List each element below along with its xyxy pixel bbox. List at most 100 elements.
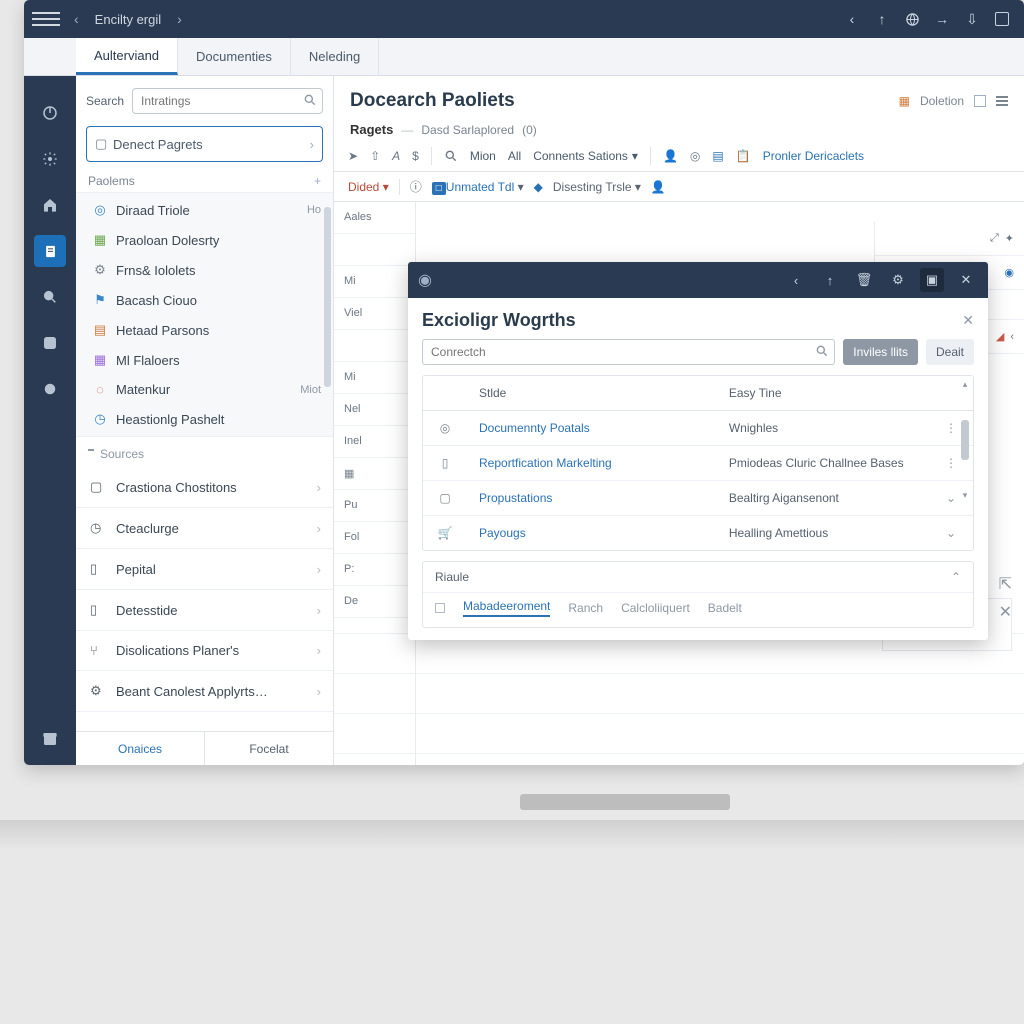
view-list-icon[interactable]: [996, 96, 1008, 106]
sidebar-source-item[interactable]: ◷Cteaclurge›: [76, 508, 333, 549]
sidebar-item[interactable]: ⚙Frns& Iololets: [76, 255, 333, 285]
column-header[interactable]: Stlde: [467, 376, 717, 410]
footer-tab[interactable]: Calcloliiquert: [621, 601, 690, 615]
tab-2[interactable]: Documenties: [178, 38, 291, 75]
footer-tab[interactable]: Badelt: [708, 601, 742, 615]
sidebar-source-item[interactable]: ▢Crastiona Chostitons›: [76, 467, 333, 508]
arrow-icon[interactable]: ➤: [348, 149, 358, 163]
chevron-up-icon[interactable]: ⌃: [951, 570, 961, 584]
user-icon[interactable]: 👤: [663, 149, 678, 163]
dialog-trash-icon[interactable]: 🗑: [852, 268, 876, 292]
history-back-icon[interactable]: ‹: [68, 11, 85, 27]
sidebar-primary-pill[interactable]: ▢ Denect Pagrets ›: [86, 126, 323, 162]
currency-icon[interactable]: $: [412, 149, 419, 163]
dialog-secondary-button[interactable]: Deait: [926, 339, 974, 365]
chart-icon[interactable]: ◢: [996, 330, 1004, 343]
star-icon[interactable]: ✦: [1005, 232, 1014, 245]
view-grid-icon[interactable]: [974, 95, 986, 107]
filter-dided[interactable]: Dided ▾: [348, 180, 389, 194]
nav-left-icon[interactable]: ‹: [844, 11, 860, 27]
font-icon[interactable]: A: [392, 149, 400, 163]
dialog-gear-icon[interactable]: ⚙: [886, 268, 910, 292]
dialog-close-icon[interactable]: ✕: [954, 268, 978, 292]
sidebar-source-item[interactable]: ▯Detesstide›: [76, 590, 333, 631]
rail-search-icon[interactable]: [34, 281, 66, 313]
row-title[interactable]: Payougs: [467, 516, 717, 550]
forward-arrow-icon[interactable]: →: [934, 11, 950, 27]
sidebar-item[interactable]: ▤Hetaad Parsons: [76, 315, 333, 345]
table-row[interactable]: ◎ Documennty Poatals Wnighles ⋮: [423, 411, 973, 446]
list-icon[interactable]: ▤: [712, 149, 723, 163]
sidebar-item[interactable]: ◌MatenkurMiot: [76, 375, 333, 404]
rail-location-icon[interactable]: [34, 373, 66, 405]
checkbox[interactable]: [435, 603, 445, 613]
search-icon[interactable]: [303, 93, 317, 107]
upload-icon[interactable]: ↑: [874, 11, 890, 27]
close-icon[interactable]: ✕: [962, 312, 974, 329]
history-forward-icon[interactable]: ›: [171, 11, 188, 27]
expand-icon[interactable]: ⤢: [990, 232, 999, 245]
toolbar-link[interactable]: Pronler Dericaclets: [763, 149, 864, 163]
window-icon[interactable]: [994, 11, 1010, 27]
search-icon[interactable]: [815, 344, 829, 358]
footer-tab[interactable]: Mabadeeroment: [463, 599, 550, 617]
scroll-up-icon[interactable]: ▴: [960, 379, 970, 390]
sidebar-source-item[interactable]: ⑂Disolications Planer's›: [76, 631, 333, 671]
target-icon[interactable]: ◎: [690, 149, 700, 163]
rail-home-icon[interactable]: [34, 189, 66, 221]
row-title[interactable]: Documennty Poatals: [467, 411, 717, 445]
breadcrumb[interactable]: Encilty ergil: [95, 12, 161, 27]
dialog-upload-icon[interactable]: ↑: [818, 268, 842, 292]
clipboard-icon[interactable]: 📋: [736, 149, 751, 163]
export-icon[interactable]: ⇧: [370, 149, 380, 163]
tab-3[interactable]: Neleding: [291, 38, 379, 75]
dialog-save-icon[interactable]: ▣: [920, 268, 944, 292]
sidebar-source-item[interactable]: ▯Pepital›: [76, 549, 333, 590]
download-icon[interactable]: ⇩: [964, 11, 980, 27]
sidebar-footer-right[interactable]: Focelat: [204, 732, 333, 765]
dialog-primary-button[interactable]: Inviles llits: [843, 339, 918, 365]
sidebar-item[interactable]: ◎Diraad TrioleHo: [76, 195, 333, 225]
search-icon[interactable]: [444, 149, 458, 163]
tab-1[interactable]: Aulterviand: [76, 38, 178, 75]
footer-tab[interactable]: Ranch: [568, 601, 603, 615]
toolbar-label[interactable]: All: [508, 149, 521, 163]
header-action-label[interactable]: Doletion: [920, 94, 964, 108]
table-row[interactable]: ▯ Reportfication Markelting Pmiodeas Clu…: [423, 446, 973, 481]
close-icon[interactable]: ✕: [999, 602, 1012, 622]
filter-disesting[interactable]: Disesting Trsle ▾: [553, 180, 641, 194]
chevron-left-icon[interactable]: ‹: [1010, 331, 1014, 343]
column-header[interactable]: Easy Tine: [717, 376, 929, 410]
table-row[interactable]: ▢ Propustations Bealtirg Aigansenont ⌄: [423, 481, 973, 516]
sidebar-search-input[interactable]: [132, 88, 323, 114]
rail-power-icon[interactable]: [34, 97, 66, 129]
scroll-down-icon[interactable]: ▾: [960, 490, 970, 501]
minimize-icon[interactable]: ⇱: [999, 574, 1012, 594]
comments-dropdown[interactable]: Connents Sations▾: [533, 149, 638, 163]
filter-unmated[interactable]: □Unmated Tdl ▾: [432, 180, 524, 194]
rail-power-icon[interactable]: [34, 5, 66, 37]
sidebar-item[interactable]: ▦Praoloan Dolesrty: [76, 225, 333, 255]
add-icon[interactable]: +: [314, 174, 321, 188]
info-icon[interactable]: ⓘ: [410, 178, 422, 195]
sidebar-footer-left[interactable]: Onaices: [76, 732, 204, 765]
sidebar-item[interactable]: ⚑Bacash Ciouo: [76, 285, 333, 315]
toolbar-label[interactable]: Mion: [470, 149, 496, 163]
dialog-back-icon[interactable]: ‹: [784, 268, 808, 292]
rail-record-icon[interactable]: [34, 327, 66, 359]
rail-document-icon[interactable]: [34, 235, 66, 267]
sidebar-item[interactable]: ◷Heastionlg Pashelt: [76, 404, 333, 434]
scroll-thumb[interactable]: [961, 420, 969, 460]
globe-icon[interactable]: [904, 11, 920, 27]
sidebar-item[interactable]: ▦Ml Flaloers: [76, 345, 333, 375]
table-row[interactable]: 🛒 Payougs Healling Amettious ⌄: [423, 516, 973, 550]
sidebar-source-item[interactable]: ⚙Beant Canolest Applyrts…›: [76, 671, 333, 712]
diamond-icon[interactable]: ◆: [534, 180, 543, 194]
avatar-icon[interactable]: 👤: [651, 180, 666, 194]
table-scrollbar[interactable]: ▴ ▾: [960, 379, 970, 539]
rail-archive-icon[interactable]: [34, 723, 66, 755]
row-title[interactable]: Reportfication Markelting: [467, 446, 717, 480]
sync-icon[interactable]: ◉: [1004, 266, 1014, 279]
row-title[interactable]: Propustations: [467, 481, 717, 515]
rail-gear-icon[interactable]: [34, 143, 66, 175]
